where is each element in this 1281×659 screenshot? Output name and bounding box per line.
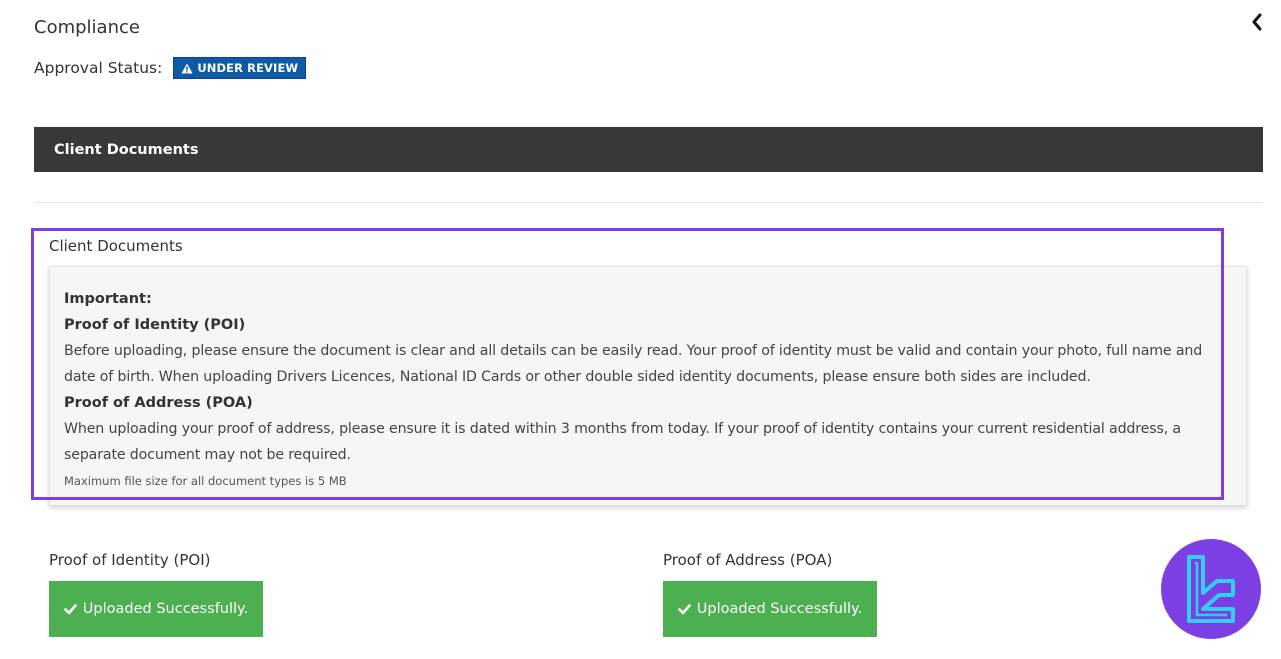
status-badge: UNDER REVIEW [173, 57, 307, 79]
poa-heading: Proof of Address (POA) [64, 395, 253, 411]
check-icon [677, 603, 691, 614]
client-documents-header[interactable]: Client Documents [34, 127, 1263, 172]
poi-instructions: Before uploading, please ensure the docu… [64, 343, 1203, 385]
client-documents-header-title: Client Documents [54, 141, 199, 158]
important-label: Important: [64, 291, 152, 307]
compliance-page: Compliance Approval Status: UNDER REVIEW… [0, 0, 1281, 659]
max-file-size-note: Maximum file size for all document types… [64, 474, 347, 488]
divider [34, 202, 1263, 203]
approval-status-row: Approval Status: UNDER REVIEW [34, 56, 307, 80]
check-icon [63, 603, 77, 614]
poi-upload-label: Proof of Identity (POI) [49, 551, 211, 569]
page-title: Compliance [34, 17, 140, 38]
brand-logo [1161, 539, 1261, 639]
approval-status-label: Approval Status: [34, 59, 163, 77]
chevron-left-icon [1252, 13, 1262, 31]
poa-upload-status-text: Uploaded Successfully. [696, 601, 863, 617]
poi-heading: Proof of Identity (POI) [64, 317, 246, 333]
collapse-button[interactable] [1247, 11, 1267, 33]
poa-instructions: When uploading your proof of address, pl… [64, 421, 1181, 463]
poi-upload-status-text: Uploaded Successfully. [82, 601, 249, 617]
client-documents-title: Client Documents [49, 237, 183, 255]
poa-upload-status-button[interactable]: Uploaded Successfully. [663, 581, 877, 637]
warning-icon [181, 63, 193, 73]
important-info-panel: Important: Proof of Identity (POI) Befor… [49, 266, 1247, 506]
poi-upload-status-button[interactable]: Uploaded Successfully. [49, 581, 263, 637]
poa-upload-label: Proof of Address (POA) [663, 551, 833, 569]
status-badge-text: UNDER REVIEW [197, 61, 299, 75]
brand-logo-mark [1187, 555, 1235, 623]
